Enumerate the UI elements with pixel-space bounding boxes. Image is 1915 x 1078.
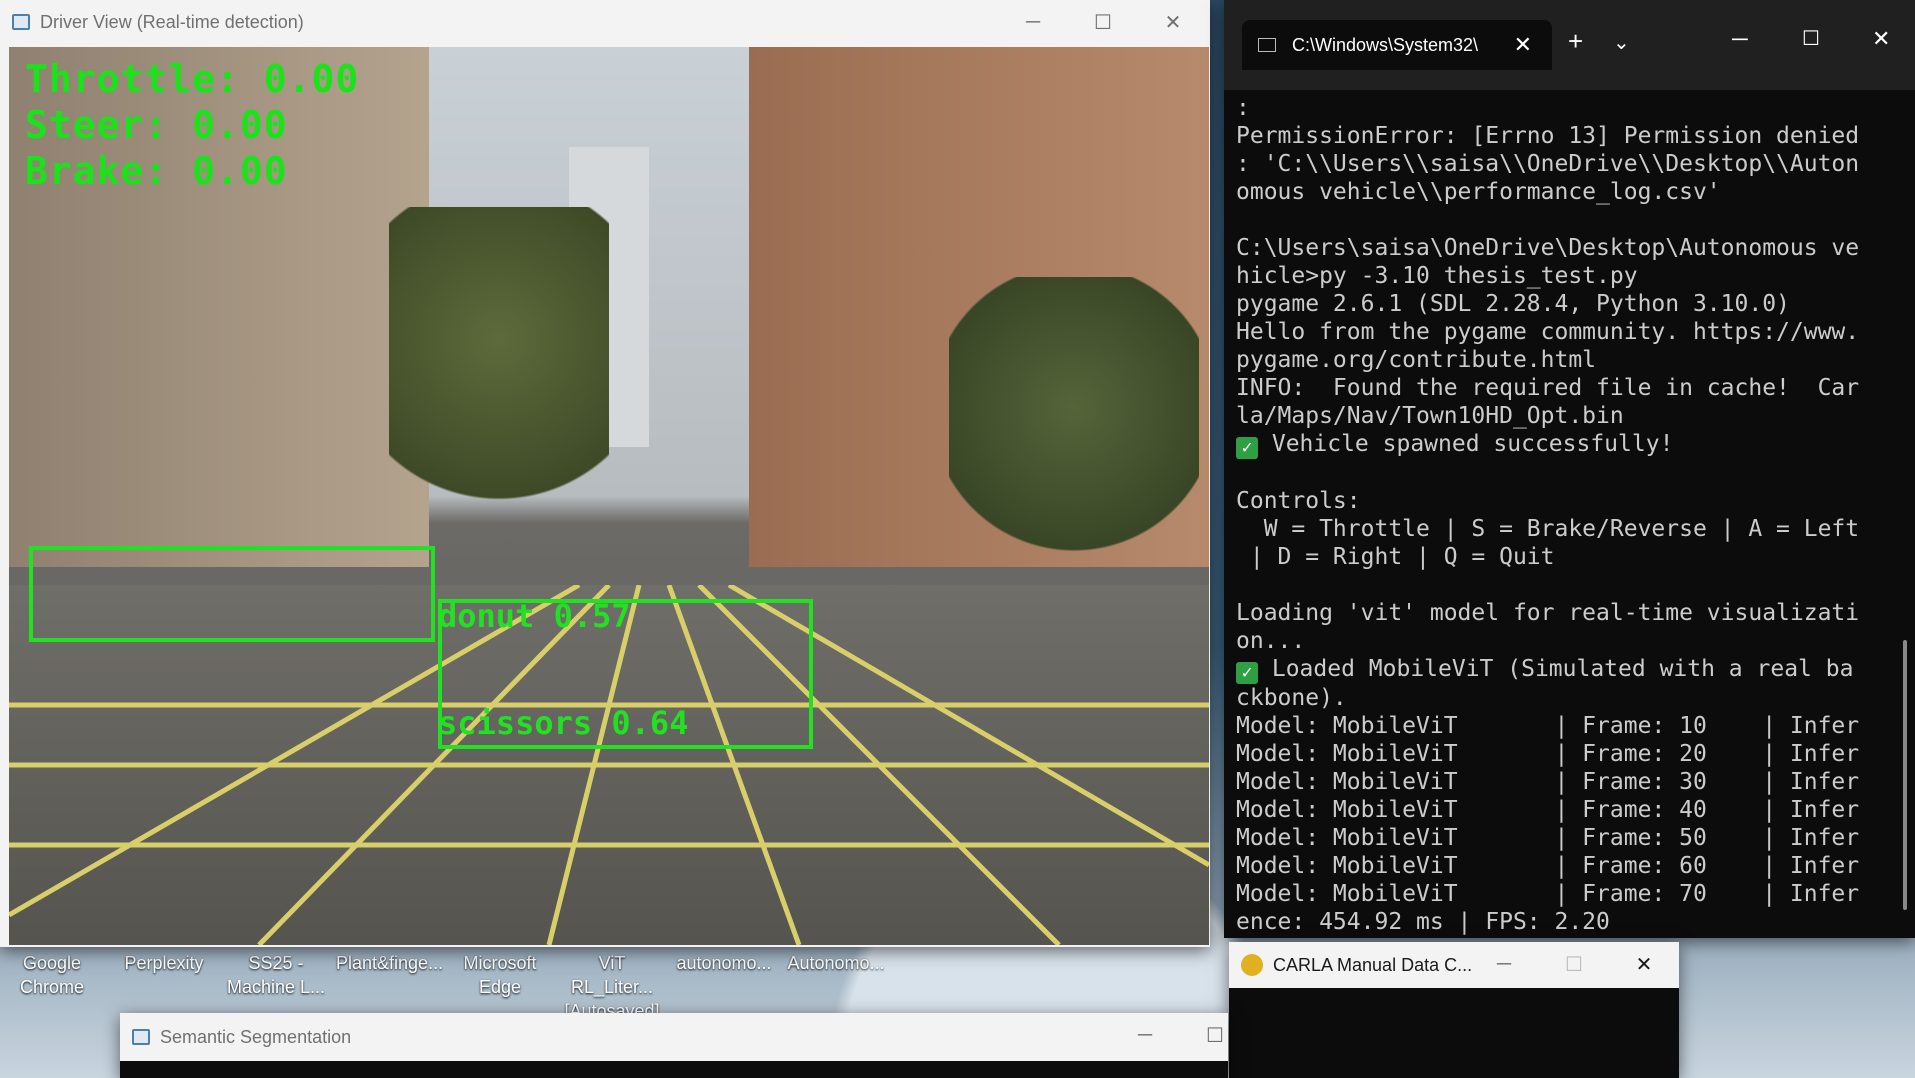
driver-view-window[interactable]: Driver View (Real-time detection) ─ ☐ ✕ [0, 0, 1210, 947]
terminal-line: PermissionError: [Errno 13] Permission d… [1236, 123, 1860, 149]
terminal-line: Model: MobileViT | Frame: 70 | Infer [1236, 881, 1860, 907]
minimize-button[interactable]: ─ [998, 0, 1068, 44]
maximize-button[interactable]: ☐ [1068, 0, 1138, 44]
terminal-tab-bar: C:\Windows\System32\ ✕ + ⌄ ─ ☐ ✕ [1224, 0, 1915, 90]
terminal-line: Model: MobileViT | Frame: 20 | Infer [1236, 741, 1860, 767]
pygame-icon [1241, 954, 1263, 976]
terminal-line: la/Maps/Nav/Town10HD_Opt.bin [1236, 403, 1624, 429]
desktop-icon-perplexity[interactable]: Perplexity [112, 919, 216, 975]
tree [949, 277, 1199, 567]
desktop-icon-edge[interactable]: Microsoft Edge [448, 919, 552, 999]
tab-title: C:\Windows\System32\ [1292, 34, 1479, 55]
desktop-icon-label: Perplexity [124, 953, 204, 973]
terminal-line: ✓ Loaded MobileViT (Simulated with a rea… [1236, 655, 1879, 684]
terminal-line: Model: MobileViT | Frame: 60 | Infer [1236, 853, 1860, 879]
terminal-line: Model: MobileViT | Frame: 50 | Infer [1236, 825, 1860, 851]
window-app-icon [132, 1029, 150, 1045]
check-mark-icon: ✓ [1236, 437, 1258, 459]
desktop-icon-label: Google Chrome [19, 953, 85, 997]
terminal-line: Loading 'vit' model for real-time visual… [1236, 600, 1860, 626]
window-app-icon [12, 14, 30, 30]
desktop-icon-autonomo-2[interactable]: Autonomo... [784, 919, 888, 975]
desktop-icon-plant[interactable]: Plant&finge... [336, 919, 444, 975]
hud-throttle: Throttle: 0.00 [25, 57, 360, 101]
driver-view-titlebar[interactable]: Driver View (Real-time detection) ─ ☐ ✕ [0, 0, 1210, 44]
desktop-icon-ss25[interactable]: SS25 - Machine L... [224, 919, 328, 999]
terminal-line: Model: MobileViT | Frame: 40 | Infer [1236, 797, 1860, 823]
close-button[interactable]: ✕ [1609, 942, 1679, 986]
carla-window[interactable]: CARLA Manual Data C... ─ ☐ ✕ [1229, 942, 1679, 1078]
terminal-tab[interactable]: C:\Windows\System32\ ✕ [1242, 20, 1552, 70]
new-tab-button[interactable]: + [1568, 26, 1583, 57]
close-button[interactable]: ✕ [1138, 0, 1208, 44]
tab-dropdown-button[interactable]: ⌄ [1613, 30, 1630, 55]
terminal-line: Controls: [1236, 488, 1361, 514]
desktop-icon-label: Plant&finge... [336, 953, 444, 973]
window-title: Driver View (Real-time detection) [40, 11, 304, 32]
maximize-button[interactable]: ☐ [1539, 942, 1609, 986]
tree [389, 207, 609, 537]
tab-close-icon[interactable]: ✕ [1514, 32, 1532, 58]
terminal-line: W = Throttle | S = Brake/Reverse | A = L… [1236, 516, 1860, 542]
desktop-icon-autonomo-1[interactable]: autonomo... [672, 919, 776, 975]
minimize-button[interactable]: ─ [1469, 942, 1539, 986]
cmd-icon [1258, 38, 1276, 52]
maximize-button[interactable]: ☐ [1180, 1013, 1250, 1057]
semantic-segmentation-window[interactable]: Semantic Segmentation ─ ☐ [120, 1013, 1228, 1078]
desktop-icon-label: autonomo... [676, 953, 772, 973]
detection-box [29, 546, 435, 642]
terminal-line: C:\Users\saisa\OneDrive\Desktop\Autonomo… [1236, 235, 1860, 261]
desktop-icon-label: ViT RL_Liter... [Autosaved] [564, 953, 660, 1021]
terminal-line: INFO: Found the required file in cache! … [1236, 375, 1860, 401]
terminal-scrollbar[interactable] [1903, 640, 1907, 910]
hud-steer: Steer: 0.00 [25, 103, 288, 147]
terminal-line: hicle>py -3.10 thesis_test.py [1236, 263, 1638, 289]
terminal-line: pygame.org/contribute.html [1236, 347, 1597, 373]
terminal-line: pygame 2.6.1 (SDL 2.28.4, Python 3.10.0) [1236, 291, 1790, 317]
terminal-line: Model: MobileViT | Frame: 10 | Infer [1236, 713, 1860, 739]
terminal-line: : 'C:\\Users\\saisa\\OneDrive\\Desktop\\… [1236, 151, 1860, 177]
terminal-output[interactable]: : PermissionError: [Errno 13] Permission … [1236, 94, 1879, 935]
desktop-icon-chrome[interactable]: Google Chrome [0, 919, 104, 999]
desktop-icon-label: SS25 - Machine L... [226, 953, 326, 997]
hud-brake: Brake: 0.00 [25, 149, 288, 193]
close-button[interactable]: ✕ [1872, 26, 1890, 52]
window-title: CARLA Manual Data C... [1273, 954, 1473, 975]
detection-label: scissors 0.64 [438, 704, 689, 742]
terminal-line: omous vehicle\\performance_log.csv' [1236, 179, 1721, 205]
terminal-line: Hello from the pygame community. https:/… [1236, 319, 1860, 345]
minimize-button[interactable]: ─ [1732, 26, 1748, 52]
desktop-icon-label: Microsoft Edge [463, 953, 537, 997]
terminal-window[interactable]: C:\Windows\System32\ ✕ + ⌄ ─ ☐ ✕ : Permis… [1224, 0, 1915, 938]
camera-feed: Throttle: 0.00 Steer: 0.00 Brake: 0.00 d… [9, 47, 1209, 945]
detection-label: donut 0.57 [438, 597, 631, 635]
desktop-icon-vit-ppt[interactable]: ViT RL_Liter... [Autosaved] [560, 919, 664, 1023]
maximize-button[interactable]: ☐ [1802, 26, 1820, 51]
window-title: Semantic Segmentation [160, 1026, 352, 1047]
terminal-line: ✓ Vehicle spawned successfully! [1236, 430, 1879, 459]
terminal-line: ence: 454.92 ms | FPS: 2.20 [1236, 909, 1610, 935]
desktop-icon-label: Autonomo... [787, 953, 885, 973]
carla-titlebar[interactable]: CARLA Manual Data C... ─ ☐ ✕ [1229, 942, 1679, 988]
terminal-line: ckbone). [1236, 685, 1347, 711]
terminal-line: : [1236, 95, 1250, 121]
check-mark-icon: ✓ [1236, 662, 1258, 684]
terminal-line: on... [1236, 628, 1306, 654]
terminal-line: Model: MobileViT | Frame: 30 | Infer [1236, 769, 1860, 795]
segmentation-titlebar[interactable]: Semantic Segmentation ─ ☐ [120, 1013, 1228, 1061]
terminal-line: | D = Right | Q = Quit [1236, 544, 1555, 570]
minimize-button[interactable]: ─ [1110, 1013, 1180, 1057]
